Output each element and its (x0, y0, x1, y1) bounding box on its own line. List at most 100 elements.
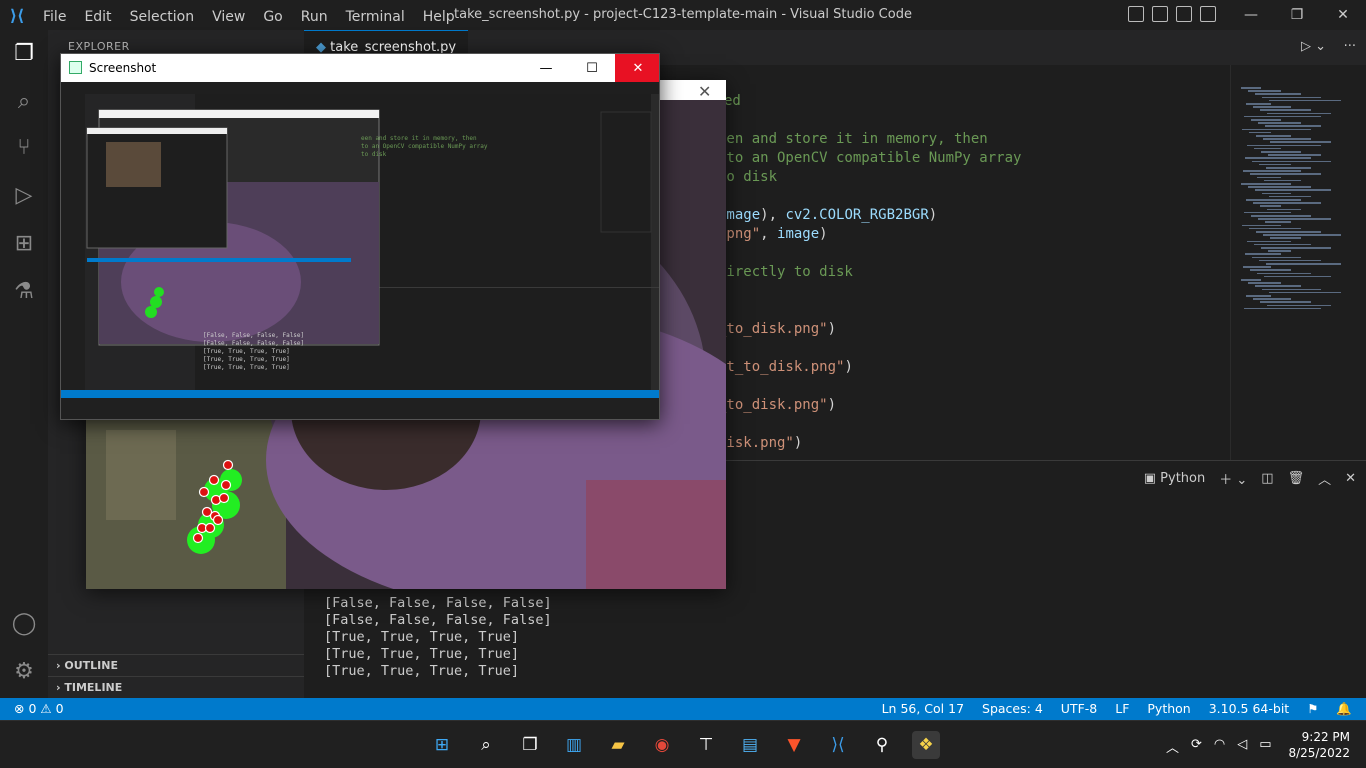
landmark-point (222, 459, 234, 471)
minimap-line (1250, 173, 1321, 175)
close-button[interactable]: ✕ (1320, 0, 1366, 30)
code-token: to an OpenCV compatible NumPy array (718, 150, 1022, 166)
minimap-line (1246, 295, 1271, 297)
python-interpreter[interactable]: 3.10.5 64-bit (1209, 701, 1289, 717)
trash-icon[interactable]: 🗑 (1288, 471, 1305, 486)
magnifier-icon[interactable]: ⚲ (868, 731, 896, 759)
terminal-line: [False, False, False, False] (324, 612, 552, 628)
minimap-line (1251, 215, 1311, 217)
timeline-label: TIMELINE (64, 681, 123, 694)
maximize-panel-icon[interactable]: ︿ (1318, 469, 1331, 488)
code-line: ht_to_disk.png") (718, 359, 853, 375)
minimap-line (1259, 259, 1321, 262)
menu-file[interactable]: File (43, 9, 66, 25)
menu-run[interactable]: Run (301, 9, 328, 25)
wifi-icon[interactable]: ◠ (1214, 737, 1225, 756)
minimize-button[interactable]: — (1228, 0, 1274, 30)
minimap-line (1246, 199, 1301, 201)
toggle-panel-icon[interactable] (1152, 6, 1168, 22)
toggle-sidebar-icon[interactable] (1128, 6, 1144, 22)
split-terminal-icon[interactable]: ◫ (1261, 471, 1273, 486)
code-line: ed (724, 93, 741, 109)
toggle-secondary-sidebar-icon[interactable] (1176, 6, 1192, 22)
restore-button[interactable]: ❐ (1274, 0, 1320, 30)
minimap-line (1268, 250, 1291, 252)
screenshot-window[interactable]: Screenshot — ☐ ✕ [False, False, False, F… (60, 53, 660, 420)
extensions-icon[interactable]: ⊞ (10, 230, 38, 258)
minimap-line (1258, 218, 1331, 220)
flask-icon[interactable]: ⚗ (10, 278, 38, 306)
files-icon[interactable]: ❐ (10, 40, 38, 68)
widgets-icon[interactable]: ▥ (560, 731, 588, 759)
minimap-line (1264, 179, 1301, 182)
volume-icon[interactable]: ◁ (1237, 737, 1247, 756)
screenshot-close-button[interactable]: ✕ (615, 54, 659, 82)
menu-view[interactable]: View (212, 9, 245, 25)
account-icon[interactable]: ◯ (10, 610, 38, 638)
terminal-selector[interactable]: ▣ Python (1144, 471, 1205, 486)
python-app-icon[interactable]: ❖ (912, 731, 940, 759)
minimap-line (1242, 128, 1311, 131)
end-of-line[interactable]: LF (1115, 701, 1129, 717)
minimap-line (1261, 247, 1331, 249)
explorer-header: EXPLORER (68, 40, 130, 53)
minimap-line (1244, 211, 1291, 214)
store-icon[interactable]: ▤ (736, 731, 764, 759)
close-panel-icon[interactable]: ✕ (1345, 471, 1356, 486)
outline-section[interactable]: › OUTLINE (48, 654, 304, 676)
menu-help[interactable]: Help (423, 9, 455, 25)
code-token: to disk (718, 169, 778, 185)
status-bar: ⊗ 0 ⚠ 0 Ln 56, Col 17 Spaces: 4 UTF-8 LF… (0, 698, 1366, 720)
encoding[interactable]: UTF-8 (1061, 701, 1097, 717)
chevron-up-icon[interactable]: ︿ (1166, 737, 1179, 756)
layout-controls (1128, 6, 1216, 22)
terminal-line: [True, True, True, True] (324, 663, 520, 679)
menu-selection[interactable]: Selection (130, 9, 195, 25)
notifications-icon[interactable]: 🔔 (1336, 701, 1352, 717)
screenshot-minimize-button[interactable]: — (523, 54, 569, 82)
start-icon[interactable]: ⊞ (428, 731, 456, 759)
customize-layout-icon[interactable] (1200, 6, 1216, 22)
code-token: ) (928, 207, 938, 223)
code-token: disk.png" (718, 435, 794, 451)
minimap-line (1253, 298, 1291, 300)
code-token: ht_to_disk.png" (718, 359, 845, 375)
timeline-section[interactable]: › TIMELINE (48, 676, 304, 698)
battery-icon[interactable]: ▭ (1259, 737, 1271, 756)
menu-go[interactable]: Go (263, 9, 282, 25)
screenshot-maximize-button[interactable]: ☐ (569, 54, 615, 82)
cursor-position[interactable]: Ln 56, Col 17 (882, 701, 964, 717)
new-terminal-icon[interactable]: ＋ ⌄ (1219, 469, 1247, 488)
tradingview-icon[interactable]: ⊤ (692, 731, 720, 759)
svg-text:[True, True, True, True]: [True, True, True, True] (203, 356, 290, 363)
task-view-icon[interactable]: ❐ (516, 731, 544, 759)
minimap-line (1269, 99, 1341, 102)
minimap[interactable] (1230, 65, 1366, 460)
menu-terminal[interactable]: Terminal (346, 9, 405, 25)
source-control-icon[interactable]: ⑂ (10, 134, 38, 162)
search-icon[interactable]: ⌕ (10, 88, 38, 116)
minimap-line (1254, 243, 1311, 246)
minimap-line (1247, 144, 1321, 147)
problems-indicator[interactable]: ⊗ 0 ⚠ 0 (14, 701, 64, 716)
minimap-line (1247, 240, 1291, 243)
brave-icon[interactable]: ▼ (780, 731, 808, 759)
search-icon[interactable]: ⌕ (472, 731, 500, 759)
run-debug-icon[interactable]: ▷ (10, 182, 38, 210)
clock[interactable]: 9:22 PM 8/25/2022 (1288, 729, 1350, 761)
indentation[interactable]: Spaces: 4 (982, 701, 1043, 717)
file-explorer-icon[interactable]: ▰ (604, 731, 632, 759)
more-actions-icon[interactable]: ··· (1344, 39, 1356, 54)
feedback-icon[interactable]: ⚑ (1307, 701, 1318, 717)
minimap-line (1264, 275, 1331, 278)
language-mode[interactable]: Python (1147, 701, 1190, 717)
sync-icon[interactable]: ⟳ (1191, 737, 1202, 756)
vscode-icon[interactable]: ⟩⟨ (824, 731, 852, 759)
menu-edit[interactable]: Edit (84, 9, 111, 25)
svg-text:[True, True, True, True]: [True, True, True, True] (203, 364, 290, 371)
chrome-icon[interactable]: ◉ (648, 731, 676, 759)
gear-icon[interactable]: ⚙ (10, 658, 38, 686)
code-line: _to_disk.png") (718, 397, 836, 413)
window-controls: — ❐ ✕ (1228, 0, 1366, 30)
run-button[interactable]: ▷ ⌄ (1301, 39, 1326, 54)
